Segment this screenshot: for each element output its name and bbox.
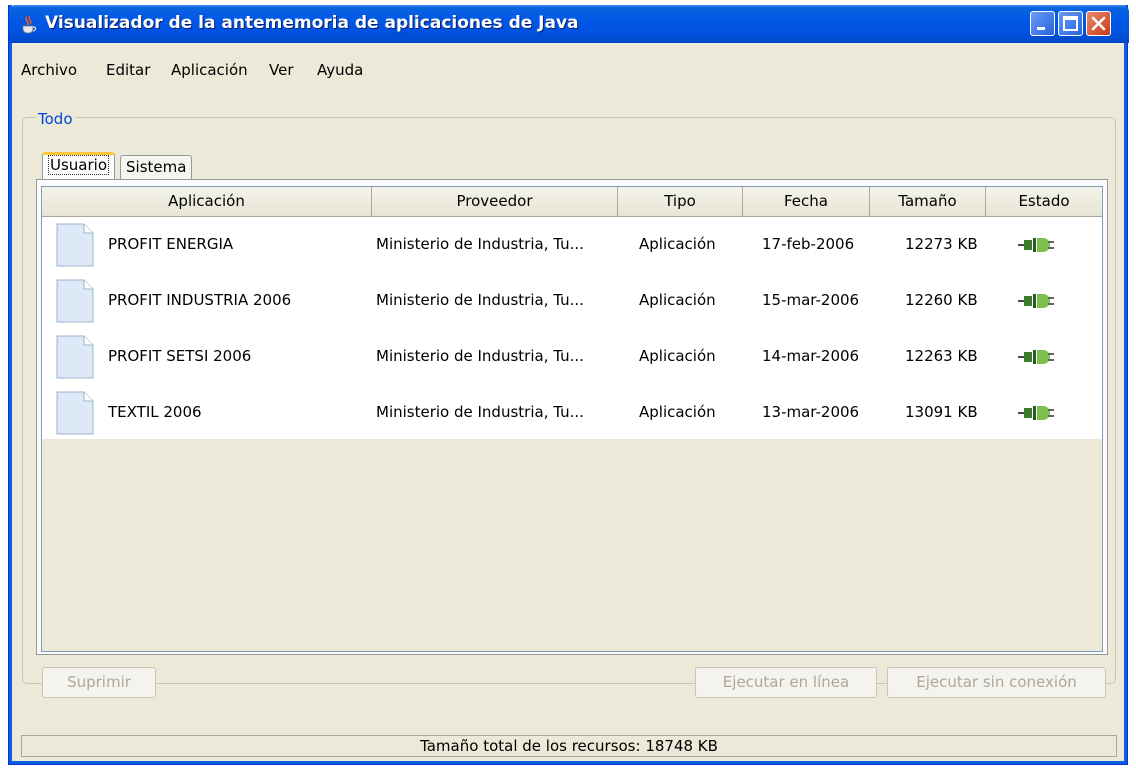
plug-icon <box>1018 238 1054 252</box>
tab-sistema-label: Sistema <box>126 158 187 176</box>
table-body: PROFIT ENERGIA Ministerio de Industria, … <box>42 217 1102 439</box>
maximize-button[interactable] <box>1058 11 1083 36</box>
column-header-tipo[interactable]: Tipo <box>618 187 743 216</box>
column-header-estado[interactable]: Estado <box>986 187 1102 216</box>
cell-tipo: Aplicación <box>639 235 716 253</box>
group-label: Todo <box>36 110 75 128</box>
cell-fecha: 14-mar-2006 <box>762 347 860 365</box>
column-header-proveedor[interactable]: Proveedor <box>372 187 618 216</box>
plug-icon <box>1018 350 1054 364</box>
cell-aplicacion: PROFIT INDUSTRIA 2006 <box>108 291 292 309</box>
title-bar[interactable]: Visualizador de la antememoria de aplica… <box>9 5 1129 43</box>
plug-icon <box>1018 294 1054 308</box>
cell-proveedor: Ministerio de Industria, Tu... <box>376 347 584 365</box>
tab-usuario-label: Usuario <box>48 155 110 175</box>
cell-tamano: 12273 KB <box>905 235 978 253</box>
cell-tipo: Aplicación <box>639 403 716 421</box>
cell-proveedor: Ministerio de Industria, Tu... <box>376 235 584 253</box>
cell-fecha: 17-feb-2006 <box>762 235 855 253</box>
status-bar: Tamaño total de los recursos: 18748 KB <box>21 735 1117 757</box>
minimize-icon <box>1037 27 1045 30</box>
window-title: Visualizador de la antememoria de aplica… <box>45 13 579 33</box>
plug-icon <box>1018 406 1054 420</box>
menu-ayuda[interactable]: Ayuda <box>317 61 363 79</box>
cell-tamano: 12260 KB <box>905 291 978 309</box>
java-cup-icon <box>22 15 37 34</box>
table-header: Aplicación Proveedor Tipo Fecha Tamaño E… <box>42 187 1102 217</box>
table-row[interactable]: TEXTIL 2006 Ministerio de Industria, Tu.… <box>42 385 1102 440</box>
applications-table[interactable]: Aplicación Proveedor Tipo Fecha Tamaño E… <box>41 186 1103 652</box>
tab-sistema[interactable]: Sistema <box>120 155 193 179</box>
cell-fecha: 15-mar-2006 <box>762 291 860 309</box>
cell-aplicacion: TEXTIL 2006 <box>108 403 202 421</box>
tab-usuario[interactable]: Usuario <box>42 152 116 180</box>
document-icon <box>56 391 94 435</box>
cell-tamano: 13091 KB <box>905 403 978 421</box>
suprimir-button[interactable]: Suprimir <box>42 667 156 698</box>
cell-tamano: 12263 KB <box>905 347 978 365</box>
ejecutar-sin-conexion-button[interactable]: Ejecutar sin conexión <box>887 667 1106 698</box>
table-row[interactable]: PROFIT SETSI 2006 Ministerio de Industri… <box>42 329 1102 384</box>
cell-fecha: 13-mar-2006 <box>762 403 860 421</box>
close-button[interactable] <box>1086 11 1111 36</box>
document-icon <box>56 279 94 323</box>
menu-aplicacion[interactable]: Aplicación <box>171 61 248 79</box>
cell-proveedor: Ministerio de Industria, Tu... <box>376 291 584 309</box>
menu-ver[interactable]: Ver <box>269 61 294 79</box>
close-icon <box>1091 16 1106 31</box>
document-icon <box>56 223 94 267</box>
cell-proveedor: Ministerio de Industria, Tu... <box>376 403 584 421</box>
cell-aplicacion: PROFIT ENERGIA <box>108 235 234 253</box>
table-row[interactable]: PROFIT INDUSTRIA 2006 Ministerio de Indu… <box>42 273 1102 328</box>
column-header-fecha[interactable]: Fecha <box>743 187 870 216</box>
column-header-aplicacion[interactable]: Aplicación <box>42 187 372 216</box>
ejecutar-en-linea-button[interactable]: Ejecutar en línea <box>695 667 877 698</box>
cell-aplicacion: PROFIT SETSI 2006 <box>108 347 252 365</box>
column-header-tamano[interactable]: Tamaño <box>870 187 986 216</box>
document-icon <box>56 335 94 379</box>
menu-archivo[interactable]: Archivo <box>21 61 77 79</box>
cell-tipo: Aplicación <box>639 291 716 309</box>
cell-tipo: Aplicación <box>639 347 716 365</box>
maximize-icon <box>1063 16 1078 31</box>
minimize-button[interactable] <box>1030 11 1055 36</box>
menu-editar[interactable]: Editar <box>106 61 150 79</box>
table-row[interactable]: PROFIT ENERGIA Ministerio de Industria, … <box>42 217 1102 272</box>
